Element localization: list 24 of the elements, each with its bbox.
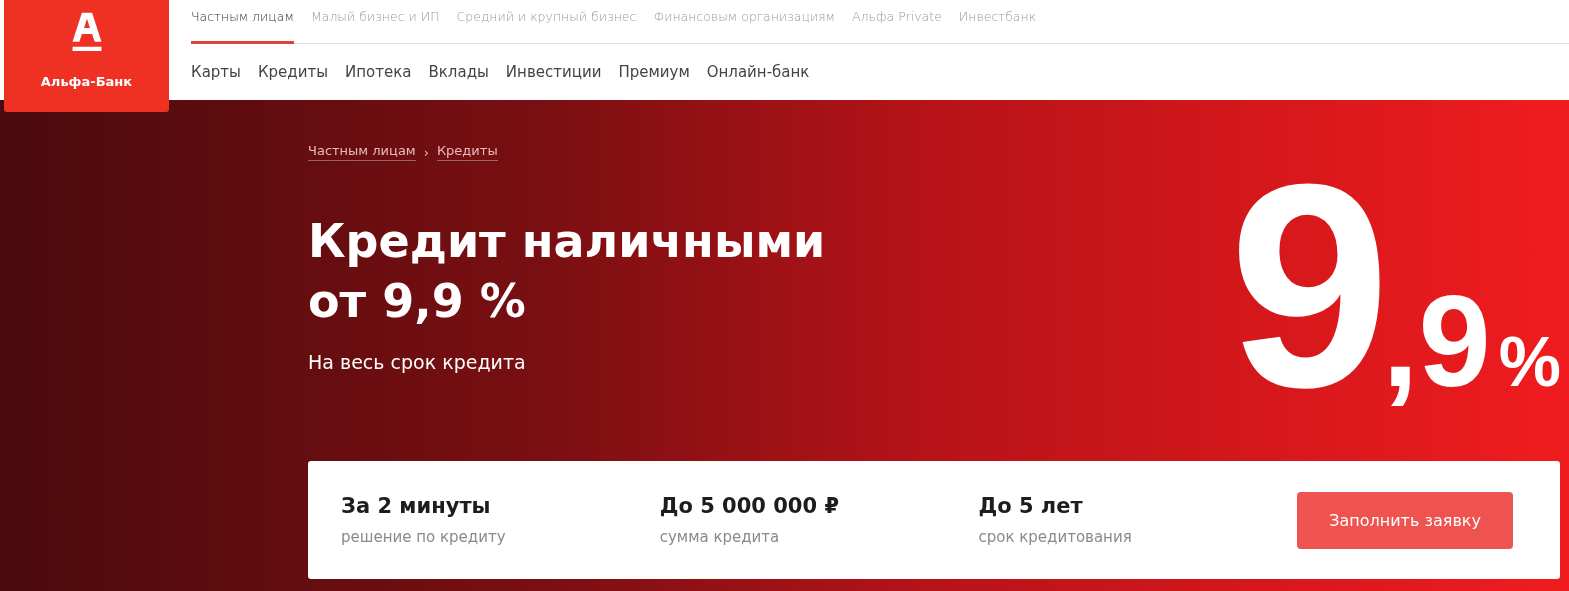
menu-link[interactable]: Карты (191, 62, 241, 81)
feature-caption: сумма кредита (659, 528, 781, 546)
breadcrumb-link[interactable]: Частным лицам (308, 143, 416, 161)
feature-value: До 5 000 000 ₽ (659, 494, 840, 518)
menu-link[interactable]: Премиум (618, 62, 690, 81)
hero-title: Кредит наличными от 9,9 % (308, 213, 826, 330)
menu-link[interactable]: Онлайн-банк (706, 62, 810, 81)
logo-text: Альфа-Банк (40, 74, 133, 89)
feature-caption: срок кредитования (978, 528, 1133, 546)
menu-link[interactable]: Инвестиции (505, 62, 602, 81)
breadcrumb-link[interactable]: Кредиты (436, 143, 498, 161)
rate-number: 9 (1229, 140, 1383, 430)
menu-link[interactable]: Ипотека (345, 62, 412, 81)
feature-value: За 2 минуты (341, 494, 492, 518)
menu-link[interactable]: Кредиты (257, 62, 329, 81)
rate-fraction: ,9 (1382, 276, 1491, 406)
logo[interactable]: Альфа-Банк (4, 0, 169, 112)
rate-unit: % (1498, 327, 1561, 397)
segment-tab[interactable]: Частным лицам (191, 0, 294, 44)
menu-link[interactable]: Вклады (428, 62, 489, 81)
feature-caption: решение по кредиту (341, 528, 507, 546)
feature-value: До 5 лет (978, 494, 1084, 518)
hero-subtitle: На весь срок кредита (308, 351, 527, 373)
breadcrumb-separator: › (423, 144, 429, 160)
